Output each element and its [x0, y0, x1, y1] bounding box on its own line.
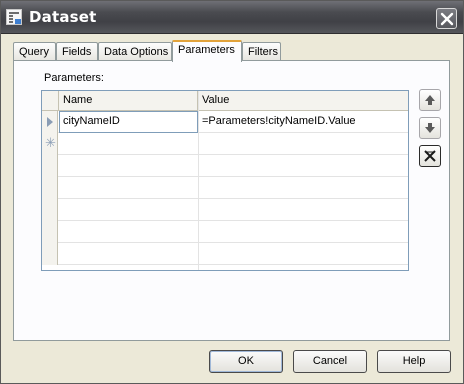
arrow-up-icon — [425, 95, 435, 105]
current-row-arrow-icon — [47, 117, 53, 127]
tab-fields[interactable]: Fields — [56, 42, 98, 61]
dataset-window-icon — [6, 9, 22, 25]
dataset-dialog: Dataset Query Fields Data Options Parame… — [0, 0, 464, 384]
new-row[interactable]: ✳ — [42, 133, 408, 155]
title-bar[interactable]: Dataset — [1, 1, 463, 34]
empty-row — [42, 155, 408, 177]
close-icon — [440, 12, 454, 26]
column-header-name[interactable]: Name — [59, 91, 198, 111]
grid-header: Name Value — [42, 91, 408, 111]
new-row-star-icon: ✳ — [45, 135, 56, 150]
delete-button[interactable] — [419, 145, 441, 167]
parameters-panel: Parameters: Name Value cityNameID =Param… — [13, 60, 450, 341]
empty-row — [42, 199, 408, 221]
value-cell[interactable]: =Parameters!cityNameID.Value — [199, 111, 408, 133]
tab-query[interactable]: Query — [13, 42, 56, 61]
tab-data-options[interactable]: Data Options — [98, 42, 172, 61]
row-selector[interactable] — [42, 111, 58, 133]
parameters-grid[interactable]: Name Value cityNameID =Parameters!cityNa… — [41, 90, 409, 271]
empty-row — [42, 177, 408, 199]
table-row[interactable]: cityNameID =Parameters!cityNameID.Value — [42, 111, 408, 133]
parameters-label: Parameters: — [44, 72, 104, 84]
close-button[interactable] — [436, 8, 457, 29]
new-row-selector[interactable]: ✳ — [42, 133, 58, 155]
column-header-value[interactable]: Value — [198, 91, 408, 111]
move-down-button[interactable] — [419, 117, 441, 139]
empty-row — [42, 243, 408, 265]
cancel-button[interactable]: Cancel — [293, 350, 367, 373]
move-up-button[interactable] — [419, 89, 441, 111]
window-title: Dataset — [29, 8, 97, 26]
help-button[interactable]: Help — [377, 350, 451, 373]
empty-row — [42, 221, 408, 243]
arrow-down-icon — [425, 123, 435, 133]
ok-button[interactable]: OK — [209, 350, 283, 373]
name-cell[interactable]: cityNameID — [59, 111, 198, 133]
delete-x-icon — [424, 150, 436, 162]
tab-filters[interactable]: Filters — [242, 42, 281, 61]
tab-parameters[interactable]: Parameters — [172, 40, 242, 62]
grid-corner — [42, 91, 59, 111]
